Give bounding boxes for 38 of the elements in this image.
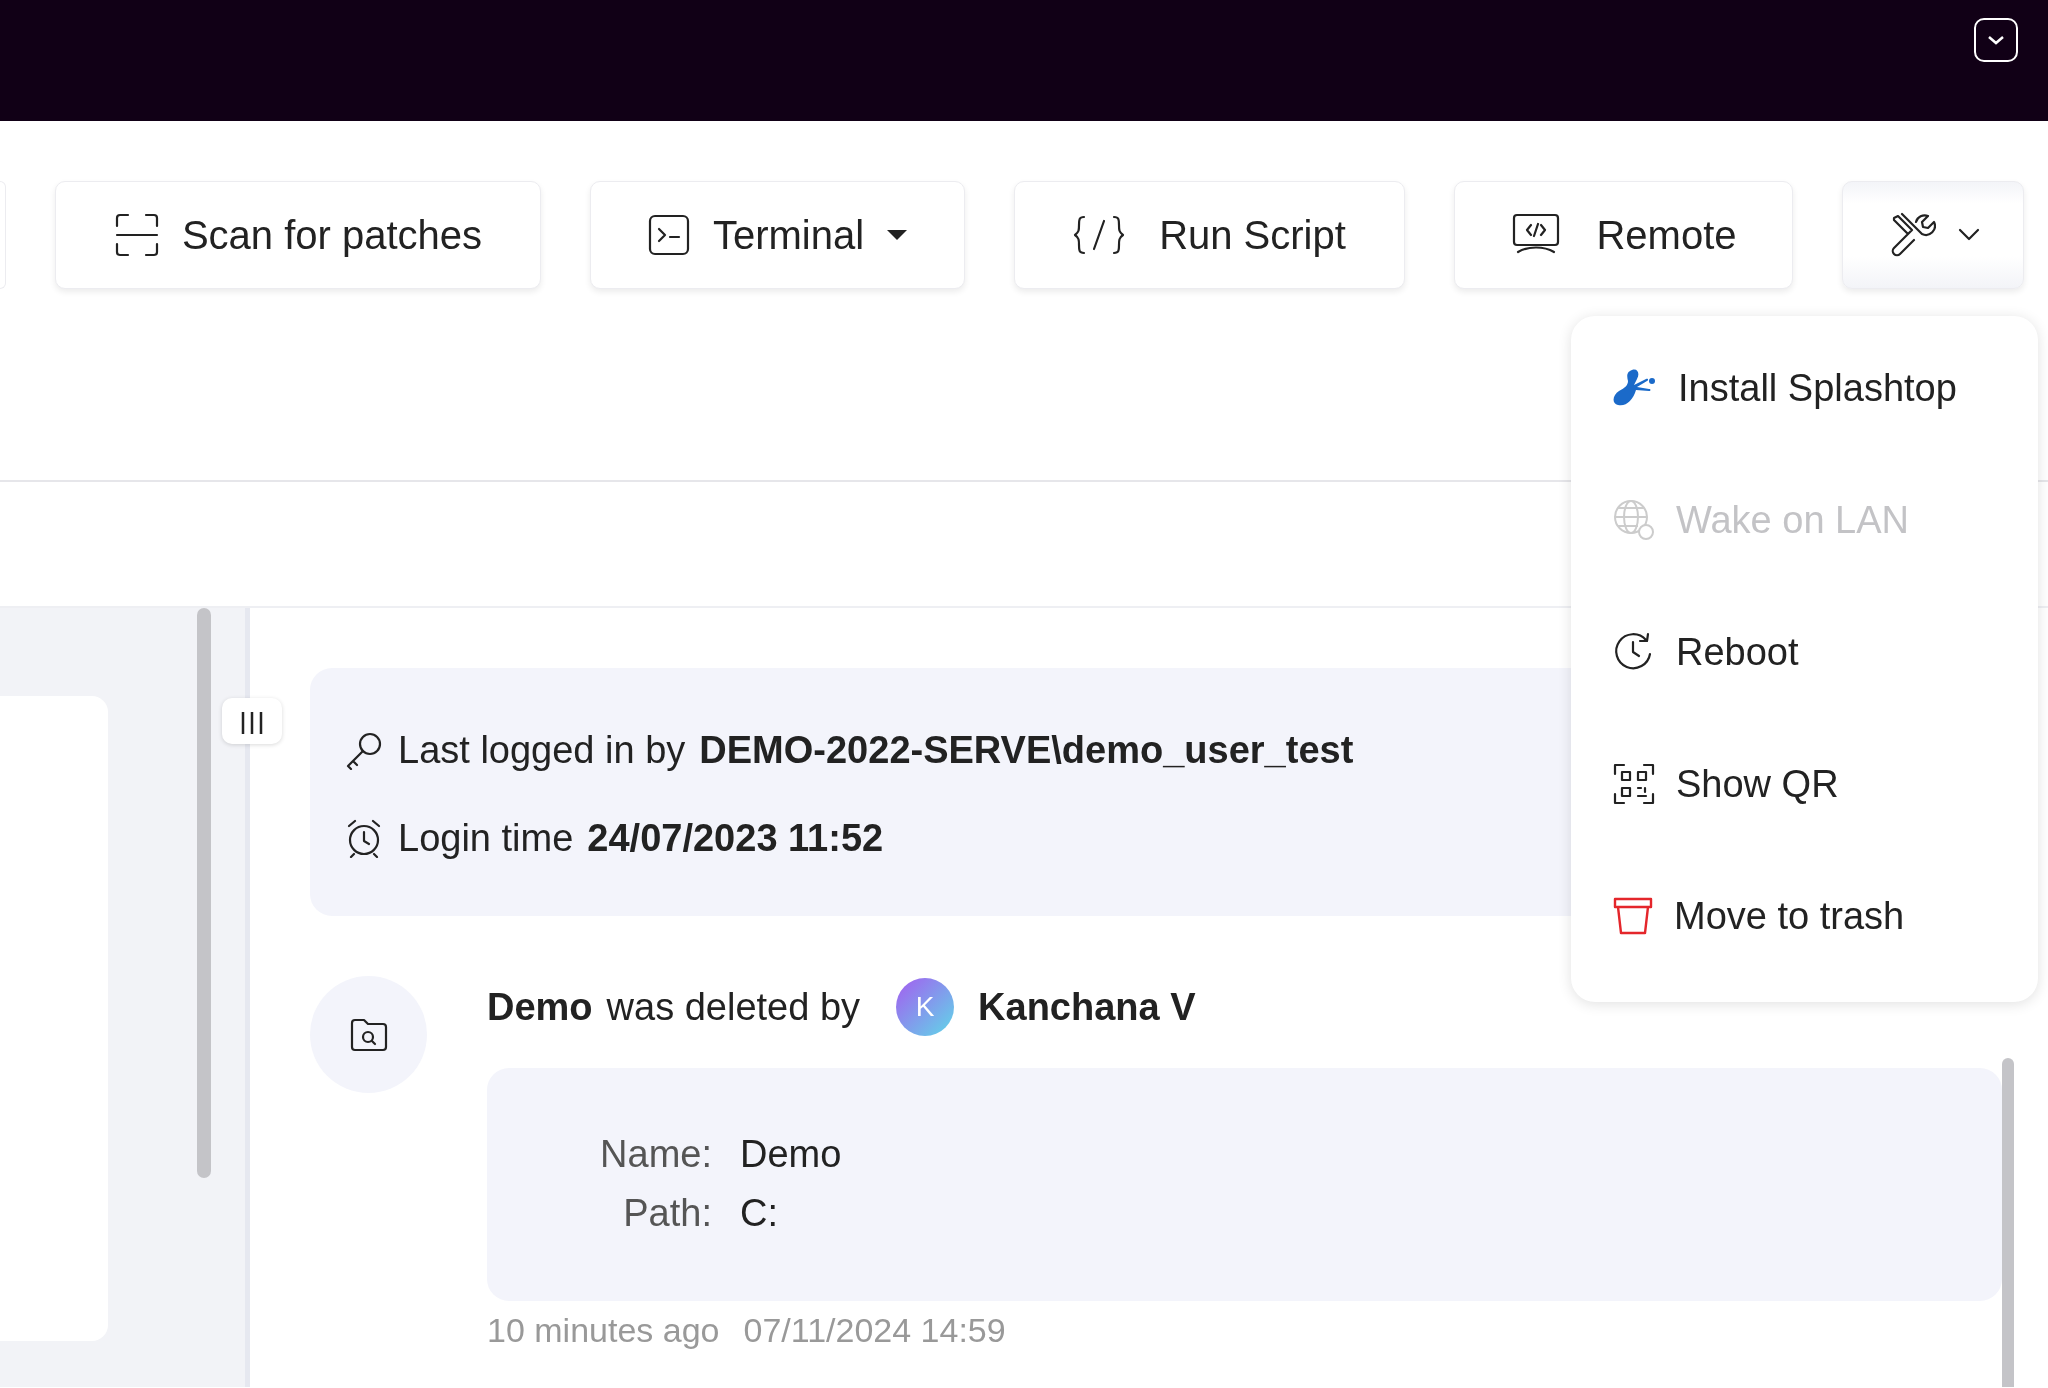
globe-icon bbox=[1612, 498, 1656, 542]
scan-icon bbox=[113, 212, 160, 258]
timestamp: 07/11/2024 14:59 bbox=[743, 1310, 1006, 1351]
scrollbar[interactable] bbox=[2002, 1058, 2014, 1387]
detail-value: C: bbox=[740, 1192, 778, 1234]
terminal-icon bbox=[646, 213, 691, 257]
toolbar-button[interactable]: Remote bbox=[1454, 181, 1793, 289]
detail-label: Name: bbox=[599, 1132, 712, 1177]
key-icon bbox=[344, 730, 384, 770]
menu-item[interactable]: Install Splashtop bbox=[1571, 322, 2038, 454]
item-name: Demo bbox=[487, 984, 593, 1030]
event-text: was deleted by bbox=[606, 984, 861, 1030]
last-login-user: DEMO-2022-SERVE\demo_user_test bbox=[699, 727, 1354, 773]
chevron-icon bbox=[1958, 228, 1980, 242]
collapse-button[interactable] bbox=[1974, 18, 2018, 62]
folder-search-icon bbox=[348, 1016, 389, 1053]
dropdown-button[interactable]: Terminal bbox=[590, 181, 965, 289]
detail-value: Demo bbox=[740, 1133, 842, 1175]
menu-item[interactable]: Show QR bbox=[1571, 718, 2038, 850]
resize-handle[interactable] bbox=[222, 698, 282, 744]
menu-item[interactable]: Move to trash bbox=[1571, 850, 2038, 982]
code-icon bbox=[1073, 213, 1126, 257]
caret-icon bbox=[886, 229, 909, 241]
scrollbar[interactable] bbox=[197, 608, 211, 1178]
login-time-value: 24/07/2023 11:52 bbox=[587, 815, 884, 861]
last-login-label: Last logged in by bbox=[398, 727, 686, 773]
qr-code-icon bbox=[1612, 762, 1656, 806]
user-avatar: K bbox=[896, 978, 955, 1036]
login-time-label: Login time bbox=[398, 815, 574, 861]
toolbar-button[interactable]: Run Script bbox=[1014, 181, 1405, 289]
detail-label: Path: bbox=[622, 1191, 712, 1236]
toolbar-button[interactable]: Scan for patches bbox=[55, 181, 541, 289]
chevron-icon bbox=[1988, 36, 2004, 45]
relative-time: 10 minutes ago bbox=[487, 1310, 720, 1351]
tools-menu-button[interactable] bbox=[1842, 181, 2024, 289]
user-name: Kanchana V bbox=[978, 984, 1196, 1030]
menu-item[interactable]: Reboot bbox=[1571, 586, 2038, 718]
trash-icon bbox=[1612, 895, 1654, 937]
